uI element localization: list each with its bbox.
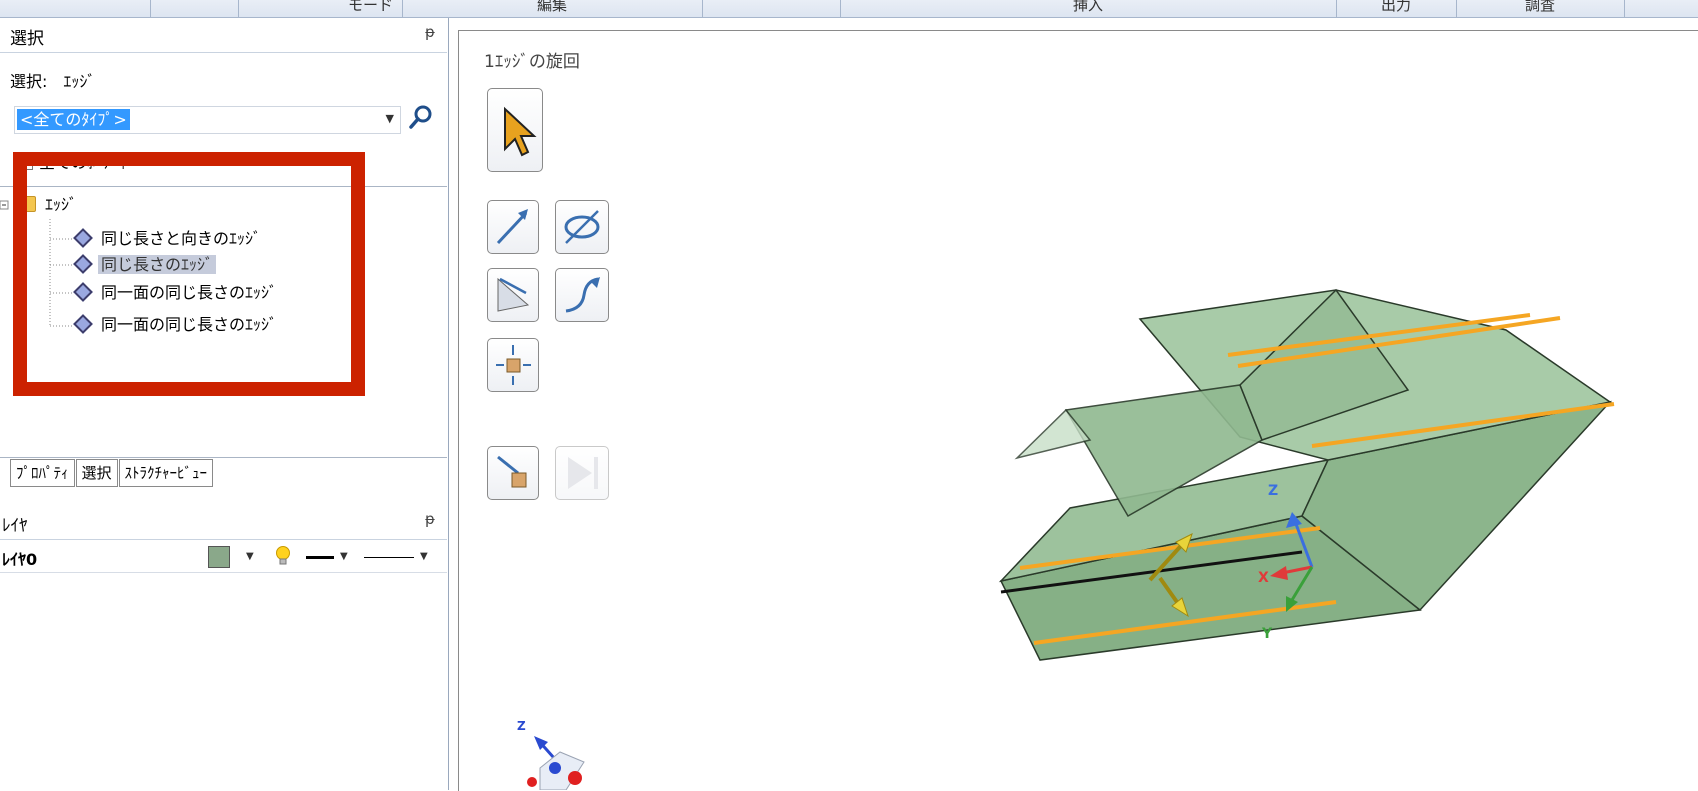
ribbon-group-edit[interactable]: 編集 <box>402 0 703 17</box>
tree-item-label: 同じ長さのｴｯｼﾞ <box>98 255 217 274</box>
tree-item-same-face-length-2[interactable]: 同一面の同じ長さのｴｯｼﾞ <box>70 313 280 337</box>
tree-item-same-length-direction[interactable]: 同じ長さと向きのｴｯｼﾞ <box>70 227 264 251</box>
angle-icon[interactable] <box>487 268 539 322</box>
left-panel: 選択 ᵽ 選択: ｴｯｼﾞ <全てのﾀｲﾌﾟ> ▼ 全てのﾎﾞﾃﾞｨ ｴｯｼﾞ … <box>0 18 449 790</box>
rotate-axis-icon[interactable] <box>555 200 609 254</box>
tree-item-same-length[interactable]: 同じ長さのｴｯｼﾞ <box>70 253 217 277</box>
search-icon[interactable] <box>406 102 436 132</box>
ribbon-group-inspect[interactable]: 調査 <box>1456 0 1625 17</box>
panel-tabs: ﾌﾟﾛﾊﾟﾃｨ 選択 ｽﾄﾗｸﾁｬｰﾋﾞｭｰ <box>10 459 214 489</box>
tree-item-label: 同一面の同じ長さのｴｯｼﾞ <box>101 283 278 302</box>
path-curve-icon[interactable] <box>555 268 609 322</box>
body-checkbox[interactable] <box>20 155 33 170</box>
chevron-down-icon[interactable]: ▼ <box>420 551 428 562</box>
ribbon-group-mode[interactable]: モード <box>339 0 403 17</box>
layer-row[interactable]: ﾚｲﾔ0 ▼ ▼ ▼ <box>0 542 447 573</box>
line-style-icon[interactable] <box>364 557 414 558</box>
selection-mode-label: 選択: ｴｯｼﾞ <box>10 72 96 91</box>
ribbon-group-strip: モード 編集 挿入 出力 調査 <box>0 0 1698 18</box>
selection-tree: ｴｯｼﾞ 同じ長さと向きのｴｯｼﾞ 同じ長さのｴｯｼﾞ 同一面の同じ長さのｴｯｼ… <box>0 186 447 458</box>
tree-item-label: 同じ長さと向きのｴｯｼﾞ <box>101 229 262 248</box>
edge-group-icon <box>73 254 93 274</box>
complete-icon <box>555 446 609 500</box>
all-bodies-label: 全てのﾎﾞﾃﾞｨ <box>39 153 128 172</box>
ribbon-group-insert[interactable]: 挿入 <box>840 0 1337 17</box>
folder-icon <box>14 196 36 212</box>
tab-properties[interactable]: ﾌﾟﾛﾊﾟﾃｨ <box>10 459 75 487</box>
chevron-down-icon[interactable]: ▼ <box>246 551 254 562</box>
selection-panel-header: 選択 ᵽ <box>0 18 447 53</box>
layer-panel-header: ﾚｲﾔ ᵽ <box>0 505 447 540</box>
type-filter-dropdown[interactable]: <全てのﾀｲﾌﾟ> ▼ <box>14 106 401 134</box>
ribbon-group-empty-4 <box>702 0 841 17</box>
pin-icon[interactable]: ᵽ <box>425 510 435 528</box>
edge-group-icon <box>73 282 93 302</box>
tool-title: 1ｴｯｼﾞの旋回 <box>484 52 580 72</box>
layer-color-swatch[interactable] <box>208 546 230 568</box>
3d-viewport[interactable] <box>458 30 1698 791</box>
selection-panel-title: 選択 <box>10 29 44 49</box>
layer-name: ﾚｲﾔ0 <box>2 550 38 569</box>
chevron-down-icon[interactable]: ▼ <box>386 112 394 125</box>
select-arrow-icon[interactable] <box>487 88 543 172</box>
edge-group-icon <box>73 314 93 334</box>
tree-root-label: ｴｯｼﾞ <box>45 195 78 214</box>
tree-item-label: 同一面の同じ長さのｴｯｼﾞ <box>101 315 278 334</box>
all-bodies-option[interactable]: 全てのﾎﾞﾃﾞｨ <box>20 149 127 173</box>
tab-structure-view[interactable]: ｽﾄﾗｸﾁｬｰﾋﾞｭｰ <box>118 459 214 487</box>
pin-icon[interactable]: ᵽ <box>425 23 435 41</box>
tab-selection[interactable]: 選択 <box>75 459 118 487</box>
layer-panel-title: ﾚｲﾔ <box>2 516 28 536</box>
type-filter-value: <全てのﾀｲﾌﾟ> <box>17 109 130 130</box>
edge-group-icon <box>73 228 93 248</box>
anchor-center-icon[interactable] <box>487 338 539 392</box>
ribbon-group-empty-1 <box>0 0 151 17</box>
line-weight-icon[interactable] <box>306 556 334 559</box>
lightbulb-icon[interactable] <box>275 545 291 567</box>
ribbon-group-output[interactable]: 出力 <box>1336 0 1457 17</box>
ribbon-group-empty-2 <box>150 0 239 17</box>
chevron-down-icon[interactable]: ▼ <box>340 551 348 562</box>
tree-item-same-face-length-1[interactable]: 同一面の同じ長さのｴｯｼﾞ <box>70 281 280 305</box>
move-body-icon[interactable] <box>487 446 539 500</box>
direction-arrow-icon[interactable] <box>487 200 539 254</box>
tree-item-edges-root[interactable]: ｴｯｼﾞ <box>10 193 80 217</box>
